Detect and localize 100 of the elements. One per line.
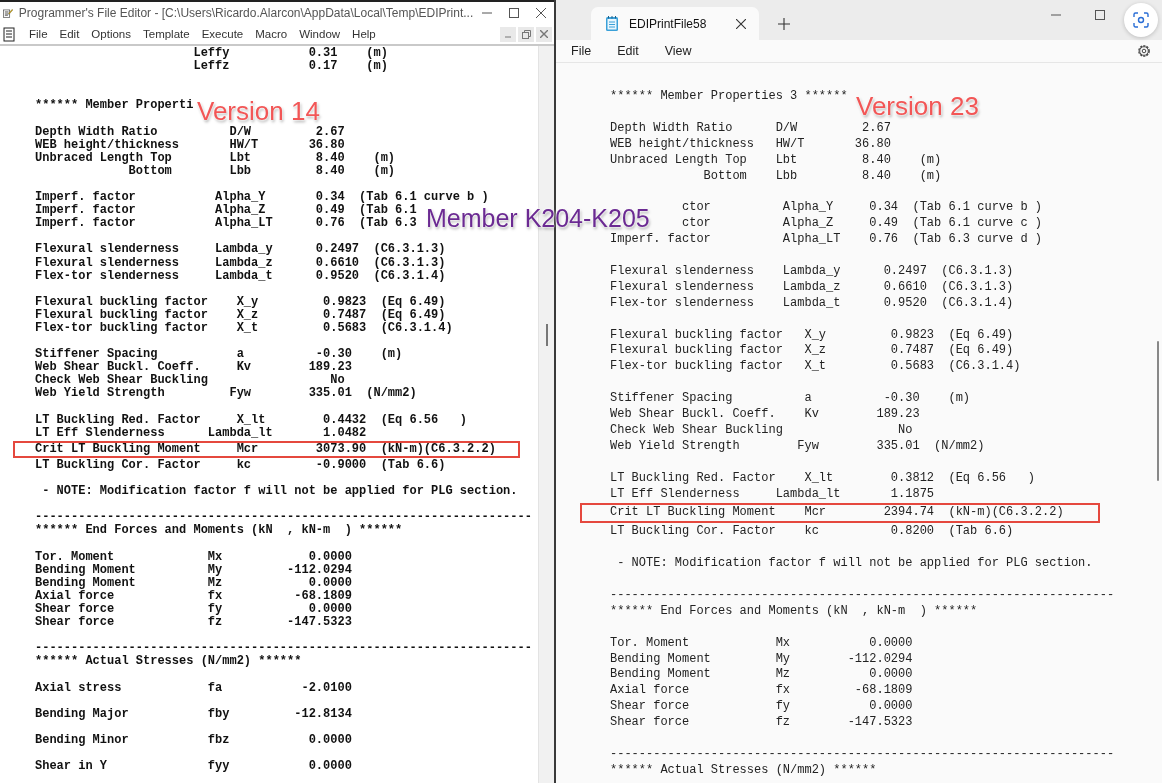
close-icon xyxy=(535,8,546,18)
text-line: Imperf. factor Alpha_LT 0.76 (Tab 6.3 xyxy=(35,217,417,231)
text-line: Shear force fy 0.0000 xyxy=(610,699,913,716)
text-line: Flexural slenderness Lambda_z 0.6610 (C6.3.1.3) xyxy=(610,279,1014,296)
text-line: WEB height/thickness HW/T 36.80 xyxy=(610,136,891,153)
text-line: Axial force fx -68.1809 xyxy=(35,589,352,603)
text-line: ****** End Forces and Moments (kN , kN-m ) ****** xyxy=(35,524,403,538)
text-line: ctor Alpha_Y 0.34 (Tab 6.1 curve b ) xyxy=(681,200,1043,217)
text-line: Bending Moment Mz 0.0000 xyxy=(610,667,913,684)
annotation-label: Version 14 xyxy=(197,98,320,124)
text-line: Imperf. factor Alpha_Y 0.34 (Tab 6.1 curve b ) xyxy=(35,191,489,205)
text-line: Leffz 0.17 (m) xyxy=(192,60,388,74)
text-line: LT Buckling Cor. Factor kc -0.9000 (Tab 6.6) xyxy=(35,458,446,472)
text-line: - NOTE: Modification factor f will not be applied for PLG section. xyxy=(616,556,1093,573)
text-line: Flex-tor buckling factor X_t 0.5683 (C6.3.1.4) xyxy=(610,359,1021,376)
maximize-icon xyxy=(1095,10,1105,20)
text-line: Flexural buckling factor X_z 0.7487 (Eq 6.49) xyxy=(610,343,1014,360)
text-line: Shear force fy 0.0000 xyxy=(35,602,352,616)
document-icon xyxy=(3,26,17,42)
menu-item[interactable]: Help xyxy=(346,28,382,40)
menu-item[interactable]: Options xyxy=(85,28,137,40)
text-line: Unbraced Length Top Lbt 8.40 (m) xyxy=(610,152,942,169)
text-line: ---------------------------------------------------------------------- xyxy=(610,747,1115,763)
close-button[interactable] xyxy=(536,26,552,42)
text-line: Web Yield Strength Fyw 335.01 (N/mm2) xyxy=(610,438,985,455)
text-line: WEB height/thickness HW/T 36.80 xyxy=(35,138,345,152)
restore-icon xyxy=(521,29,531,39)
text-line: ****** Actual Stresses (N/mm2) ****** xyxy=(35,655,302,669)
menu-item[interactable]: Edit xyxy=(608,44,648,58)
capture-button[interactable] xyxy=(1124,3,1158,37)
text-line: --------------------------------------------------------------------- xyxy=(35,511,532,525)
text-line: Flex-tor buckling factor X_t 0.5683 (C6.3.1.4) xyxy=(35,321,453,336)
window-title: Programmer's File Editor - [C:\Users\Ricardo.Alarcon\AppData\Local\Temp\EDIPrint... xyxy=(18,6,474,20)
text-line: Depth Width Ratio D/W 2.67 xyxy=(35,125,345,139)
restore-button[interactable] xyxy=(518,26,534,42)
file-tab[interactable]: EDIPrintFile58 xyxy=(591,7,759,40)
text-line: Web Shear Buckl. Coeff. Kv 189.23 xyxy=(35,361,352,375)
text-line: LT Buckling Cor. Factor kc 0.8200 (Tab 6.6) xyxy=(610,524,1014,541)
close-icon xyxy=(540,30,548,38)
text-line: --------------------------------------------------------------------- xyxy=(35,642,532,656)
menu-item[interactable]: Macro xyxy=(249,28,294,40)
scroll-thumb[interactable] xyxy=(1157,341,1159,481)
text-line: ****** Member Properti xyxy=(35,99,194,113)
text-line: Stiffener Spacing a -0.30 (m) xyxy=(35,348,403,362)
text-line: Flexural slenderness Lambda_y 0.2497 (C6.3.1.3) xyxy=(610,263,1014,280)
menu-item[interactable]: File xyxy=(562,44,601,58)
text-line: Bending Minor fbz 0.0000 xyxy=(35,733,352,747)
text-line: Leffy 0.31 (m) xyxy=(192,47,388,60)
text-line: Flexural buckling factor X_y 0.9823 (Eq 6.49) xyxy=(35,295,446,309)
text-line: Tor. Moment Mx 0.0000 xyxy=(35,550,352,564)
text-line: Check Web Shear Buckling No xyxy=(610,422,913,439)
scroll-thumb[interactable] xyxy=(546,324,548,346)
text-line: ****** End Forces and Moments (kN , kN-m ) ****** xyxy=(610,603,978,620)
text-line: LT Eff Slenderness Lambda_lt 1.0482 xyxy=(35,426,367,440)
text-line: Web Yield Strength Fyw 335.01 (N/mm2) xyxy=(35,387,417,401)
text-line: Crit LT Buckling Moment Mcr 3073.90 (kN-m)(C6.3.2.2) xyxy=(15,442,518,456)
text-line: Depth Width Ratio D/W 2.67 xyxy=(610,120,891,137)
text-line: Bending Moment My -112.0294 xyxy=(35,563,352,577)
text-line: Flexural slenderness Lambda_z 0.6610 (C6.3.1.3) xyxy=(35,256,446,270)
text-line: ---------------------------------------------------------------------- xyxy=(610,587,1115,604)
text-line: Flexural buckling factor X_z 0.7487 (Eq 6.49) xyxy=(35,308,446,322)
text-line: Axial stress fa -2.0100 xyxy=(35,681,352,695)
notepad-icon xyxy=(605,15,619,32)
text-line: Imperf. factor Alpha_LT 0.76 (Tab 6.3 curve d ) xyxy=(610,232,1043,249)
minimize-button[interactable] xyxy=(500,26,516,42)
text-line: Stiffener Spacing a -0.30 (m) xyxy=(610,391,971,408)
settings-icon[interactable] xyxy=(1136,43,1152,59)
text-line: ****** Member Properties 3 ****** xyxy=(610,89,848,105)
menu-item[interactable]: Edit xyxy=(53,28,86,40)
text-line: LT Eff Slenderness Lambda_lt 1.1875 xyxy=(610,486,935,503)
menu-item[interactable]: Window xyxy=(293,28,347,40)
text-line: Shear force fz -147.5323 xyxy=(35,616,352,630)
menu-item[interactable]: Execute xyxy=(195,28,250,40)
text-line: Shear force fz -147.5323 xyxy=(610,715,913,732)
text-line: Shear in Y fyy 0.0000 xyxy=(35,760,352,774)
menu-item[interactable]: File xyxy=(23,28,54,40)
text-line: Bending Moment Mz 0.0000 xyxy=(35,576,352,590)
text-line: Bending Major fby -12.8134 xyxy=(35,707,352,721)
text-line: Axial force fx -68.1809 xyxy=(610,683,913,700)
text-line: LT Buckling Red. Factor X_lt 0.4432 (Eq 6.56 ) xyxy=(35,413,468,427)
text-line: Tor. Moment Mx 0.0000 xyxy=(610,635,913,652)
text-line: Check Web Shear Buckling No xyxy=(35,374,345,388)
text-line: Flex-tor slenderness Lambda_t 0.9520 (C6.3.1.4) xyxy=(35,269,446,283)
maximize-icon xyxy=(508,8,519,18)
text-line: Flexural buckling factor X_y 0.9823 (Eq 6.49) xyxy=(610,327,1014,344)
text-line: LT Buckling Red. Factor X_lt 0.3812 (Eq 6.56 ) xyxy=(610,470,1035,487)
annotation-label: Version 23 xyxy=(856,93,979,119)
text-line: ****** Actual Stresses (N/mm2) ****** xyxy=(610,762,877,779)
text-line: Imperf. factor Alpha_Z 0.49 (Tab 6.1 xyxy=(35,204,417,218)
menu-item[interactable]: Template xyxy=(137,28,196,40)
menu-item[interactable]: View xyxy=(655,44,701,58)
text-line: Bottom Lbb 8.40 (m) xyxy=(128,164,396,178)
text-line: Flex-tor slenderness Lambda_t 0.9520 (C6.3.1.4) xyxy=(610,295,1014,312)
text-line: Flexural slenderness Lambda_y 0.2497 (C6.3.1.3) xyxy=(35,243,446,257)
text-line: - NOTE: Modification factor f will not be applied for PLG section. xyxy=(41,485,518,499)
tab-title: EDIPrintFile58 xyxy=(629,16,708,31)
camera-scan-icon xyxy=(1133,12,1149,28)
text-line: Crit LT Buckling Moment Mcr 2394.74 (kN-m)(C6.3.2.2) xyxy=(582,505,1098,522)
text-line: Unbraced Length Top Lbt 8.40 (m) xyxy=(35,151,396,165)
text-line: Bending Moment My -112.0294 xyxy=(610,651,913,668)
